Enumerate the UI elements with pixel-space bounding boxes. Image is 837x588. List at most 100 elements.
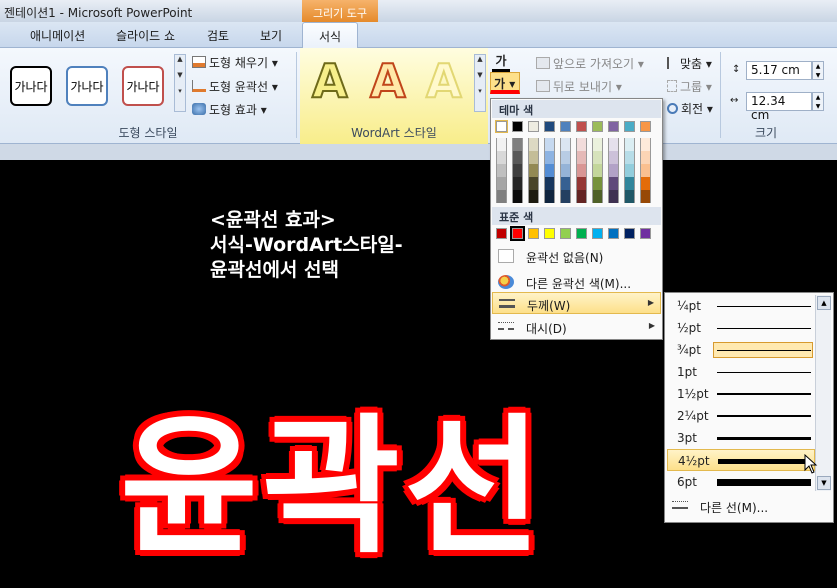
weight-option[interactable]: 2¼pt: [667, 405, 815, 427]
standard-color-swatch[interactable]: [560, 228, 571, 239]
text-outline-button[interactable]: 가 ▾: [490, 72, 520, 94]
text-fill-button[interactable]: 가: [492, 52, 510, 72]
theme-color-swatch[interactable]: [528, 164, 539, 177]
scroll-down-button[interactable]: ▼: [817, 476, 831, 490]
send-backward-button[interactable]: 뒤로 보내기 ▾: [536, 78, 622, 95]
theme-color-swatch[interactable]: [544, 190, 555, 203]
standard-color-swatch[interactable]: [528, 228, 539, 239]
weight-option[interactable]: 1½pt: [667, 383, 815, 405]
theme-color-swatch[interactable]: [608, 151, 619, 164]
shape-width-spinner[interactable]: ▲ ▼: [812, 92, 824, 111]
shape-height-spinner[interactable]: ▲ ▼: [812, 61, 824, 80]
theme-color-swatch[interactable]: [576, 190, 587, 203]
theme-color-swatch[interactable]: [640, 151, 651, 164]
shape-fill-button[interactable]: 도형 채우기 ▾: [192, 54, 278, 71]
theme-color-swatch[interactable]: [512, 138, 523, 151]
standard-color-swatch[interactable]: [608, 228, 619, 239]
shape-height-input[interactable]: 5.17 cm: [746, 61, 812, 80]
standard-color-swatch[interactable]: [544, 228, 555, 239]
theme-color-swatch[interactable]: [624, 121, 635, 132]
standard-color-swatch[interactable]: [592, 228, 603, 239]
weight-option[interactable]: ¼pt: [667, 295, 815, 317]
theme-color-swatch[interactable]: [608, 177, 619, 190]
theme-color-swatch[interactable]: [640, 190, 651, 203]
theme-color-swatch[interactable]: [592, 151, 603, 164]
theme-color-swatch[interactable]: [495, 120, 508, 133]
weight-option[interactable]: 6pt: [667, 471, 815, 493]
shape-outline-button[interactable]: 도형 윤곽선 ▾: [192, 78, 278, 95]
no-outline-item[interactable]: 윤곽선 없음(N): [492, 245, 661, 267]
theme-color-swatch[interactable]: [624, 138, 635, 151]
theme-color-swatch[interactable]: [592, 121, 603, 132]
theme-color-swatch[interactable]: [608, 190, 619, 203]
standard-color-swatch[interactable]: [496, 228, 507, 239]
weight-option[interactable]: 3pt: [667, 427, 815, 449]
standard-color-swatch[interactable]: [576, 228, 587, 239]
tab-view[interactable]: 보기: [260, 27, 282, 44]
weight-option[interactable]: 4½pt: [667, 449, 815, 471]
wordart-text[interactable]: 윤곽선: [120, 366, 546, 583]
theme-color-swatch[interactable]: [512, 190, 523, 203]
weight-option[interactable]: 1pt: [667, 361, 815, 383]
theme-color-swatch[interactable]: [560, 151, 571, 164]
shape-style-gallery-scroll[interactable]: ▲ ▼ ▾: [174, 54, 186, 112]
wordart-gallery-scroll[interactable]: ▲ ▼ ▾: [474, 54, 486, 112]
theme-color-swatch[interactable]: [576, 151, 587, 164]
theme-color-swatch[interactable]: [576, 177, 587, 190]
theme-color-swatch[interactable]: [624, 151, 635, 164]
theme-color-swatch[interactable]: [528, 138, 539, 151]
theme-color-swatch[interactable]: [512, 164, 523, 177]
tab-animations[interactable]: 애니메이션: [30, 27, 85, 44]
theme-color-swatch[interactable]: [544, 151, 555, 164]
shape-effects-button[interactable]: 도형 효과 ▾: [192, 101, 267, 118]
rotate-button[interactable]: 회전 ▾: [667, 100, 713, 117]
more-lines-item[interactable]: 다른 선(M)...: [666, 495, 832, 517]
theme-color-swatch[interactable]: [528, 121, 539, 132]
theme-color-swatch[interactable]: [512, 151, 523, 164]
theme-color-swatch[interactable]: [576, 138, 587, 151]
theme-color-swatch[interactable]: [624, 164, 635, 177]
theme-color-swatch[interactable]: [640, 138, 651, 151]
standard-color-swatch[interactable]: [510, 226, 525, 241]
shape-style-preset-3[interactable]: 가나다: [122, 66, 164, 106]
theme-color-swatch[interactable]: [592, 190, 603, 203]
theme-color-swatch[interactable]: [512, 121, 523, 132]
theme-color-swatch[interactable]: [496, 177, 507, 190]
theme-color-swatch[interactable]: [640, 164, 651, 177]
wordart-preset-1[interactable]: A: [311, 53, 349, 109]
theme-color-swatch[interactable]: [592, 164, 603, 177]
theme-color-swatch[interactable]: [512, 177, 523, 190]
scroll-up-button[interactable]: ▲: [817, 296, 831, 310]
theme-color-swatch[interactable]: [560, 190, 571, 203]
theme-color-swatch[interactable]: [608, 138, 619, 151]
tab-format[interactable]: 서식: [302, 22, 359, 49]
theme-color-swatch[interactable]: [560, 138, 571, 151]
shape-style-preset-1[interactable]: 가나다: [10, 66, 52, 106]
shape-width-input[interactable]: 12.34 cm: [746, 92, 812, 122]
theme-color-swatch[interactable]: [544, 121, 555, 132]
theme-color-swatch[interactable]: [560, 177, 571, 190]
theme-color-swatch[interactable]: [544, 138, 555, 151]
theme-color-swatch[interactable]: [576, 121, 587, 132]
theme-color-swatch[interactable]: [624, 177, 635, 190]
theme-color-swatch[interactable]: [560, 164, 571, 177]
tab-slideshow[interactable]: 슬라이드 쇼: [116, 27, 175, 44]
theme-color-swatch[interactable]: [576, 164, 587, 177]
theme-color-swatch[interactable]: [528, 151, 539, 164]
wordart-preset-3[interactable]: A: [425, 53, 463, 109]
weight-item[interactable]: 두께(W) ▶: [492, 292, 661, 314]
theme-color-swatch[interactable]: [640, 177, 651, 190]
weight-option[interactable]: ½pt: [667, 317, 815, 339]
theme-color-swatch[interactable]: [528, 190, 539, 203]
theme-color-swatch[interactable]: [544, 164, 555, 177]
theme-color-swatch[interactable]: [640, 121, 651, 132]
more-outline-colors-item[interactable]: 다른 윤곽선 색(M)...: [492, 271, 661, 293]
theme-color-swatch[interactable]: [608, 164, 619, 177]
theme-color-swatch[interactable]: [560, 121, 571, 132]
theme-color-swatch[interactable]: [592, 138, 603, 151]
theme-color-swatch[interactable]: [624, 190, 635, 203]
theme-color-swatch[interactable]: [608, 121, 619, 132]
theme-color-swatch[interactable]: [528, 177, 539, 190]
tab-review[interactable]: 검토: [207, 27, 229, 44]
theme-color-swatch[interactable]: [496, 138, 507, 151]
